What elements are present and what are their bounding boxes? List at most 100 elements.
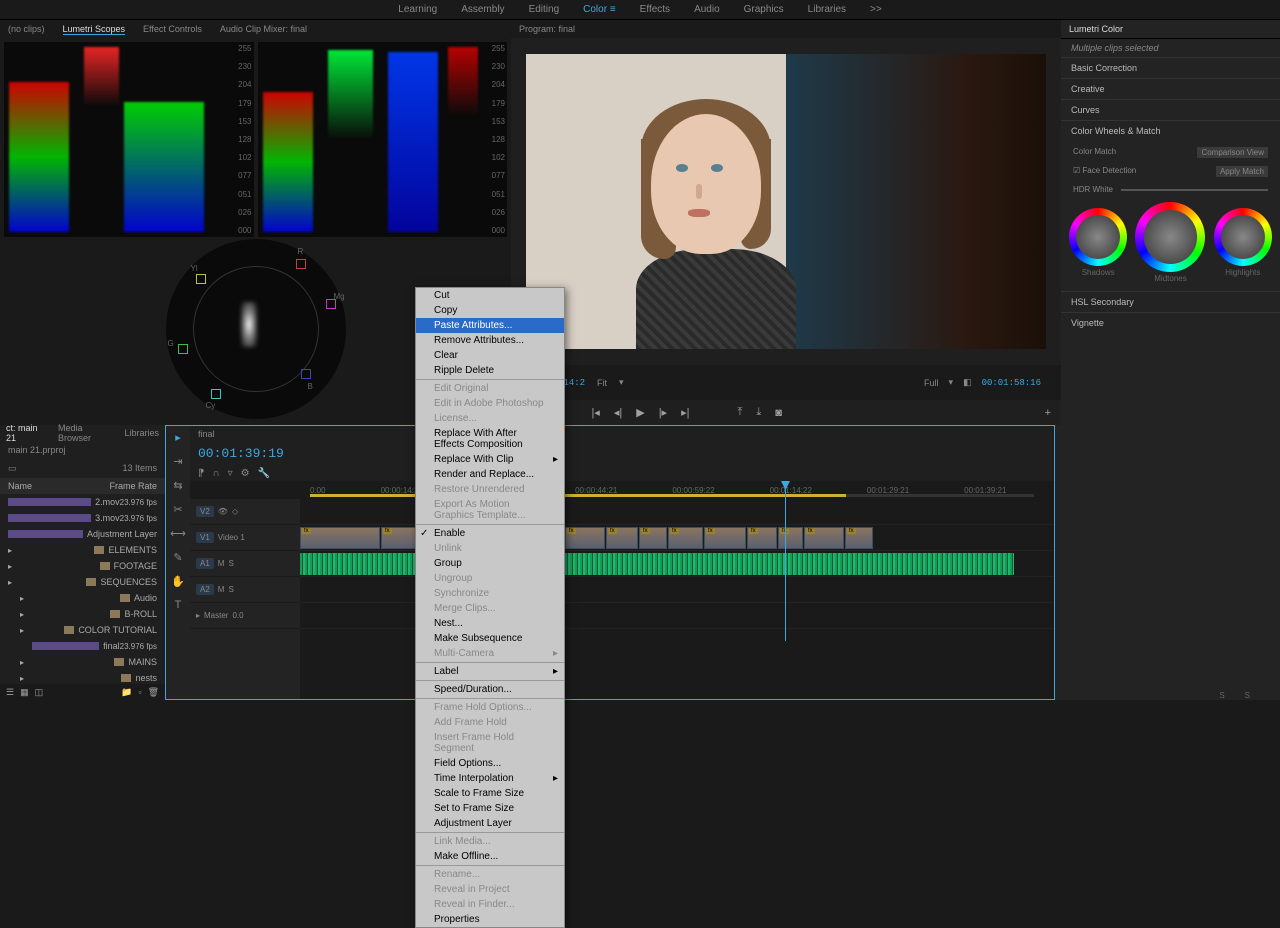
menu-item-scale-to-frame-size[interactable]: Scale to Frame Size bbox=[416, 786, 564, 801]
scopes-tab[interactable]: (no clips) bbox=[8, 24, 45, 34]
playhead[interactable] bbox=[785, 481, 786, 641]
workspace-overflow[interactable]: >> bbox=[858, 4, 894, 15]
new-item-icon[interactable]: ▫ bbox=[138, 687, 141, 697]
menu-item-adjustment-layer[interactable]: Adjustment Layer bbox=[416, 816, 564, 831]
video-clip[interactable] bbox=[668, 527, 703, 549]
hdr-white-slider[interactable] bbox=[1121, 189, 1268, 191]
menu-item-enable[interactable]: Enable bbox=[416, 526, 564, 541]
list-view-icon[interactable]: ☰ bbox=[6, 687, 14, 698]
video-clip[interactable] bbox=[300, 527, 380, 549]
scopes-tab[interactable]: Lumetri Scopes bbox=[63, 24, 126, 35]
chevron-down-icon[interactable]: ▾ bbox=[949, 377, 954, 388]
lift-icon[interactable]: ⤒ bbox=[737, 406, 742, 419]
col-framerate[interactable]: Frame Rate bbox=[109, 481, 157, 491]
apply-match-button[interactable]: Apply Match bbox=[1216, 166, 1268, 177]
project-item[interactable]: final23.976 fps bbox=[0, 638, 165, 654]
project-item[interactable]: ▸ B-ROLL bbox=[0, 606, 165, 622]
project-item[interactable]: ▸ MAINS bbox=[0, 654, 165, 670]
project-tab[interactable]: Libraries bbox=[124, 428, 159, 438]
menu-item-paste-attributes[interactable]: Paste Attributes... bbox=[416, 318, 564, 333]
shadows-wheel[interactable] bbox=[1069, 208, 1127, 266]
filter-icon[interactable]: ▭ bbox=[8, 463, 17, 474]
menu-item-group[interactable]: Group bbox=[416, 556, 564, 571]
video-clip[interactable] bbox=[381, 527, 416, 549]
export-frame-icon[interactable]: ◙ bbox=[775, 407, 782, 419]
selection-tool[interactable]: ▸ bbox=[171, 430, 185, 444]
menu-item-ripple-delete[interactable]: Ripple Delete bbox=[416, 363, 564, 378]
track-header-a1[interactable]: A1MS bbox=[190, 551, 300, 577]
section-hsl-secondary[interactable]: HSL Secondary bbox=[1061, 291, 1280, 312]
extract-icon[interactable]: ⤓ bbox=[756, 406, 761, 419]
track-header-v2[interactable]: V2👁◇ bbox=[190, 499, 300, 525]
marker-icon[interactable]: ▿ bbox=[228, 468, 233, 479]
track-header-v1[interactable]: V1Video 1 bbox=[190, 525, 300, 551]
go-to-in-icon[interactable]: |◂ bbox=[591, 406, 599, 419]
menu-item-field-options[interactable]: Field Options... bbox=[416, 756, 564, 771]
project-item[interactable]: ▸ COLOR TUTORIAL bbox=[0, 622, 165, 638]
menu-item-cut[interactable]: Cut bbox=[416, 288, 564, 303]
razor-tool[interactable]: ✂ bbox=[171, 502, 185, 516]
project-item[interactable]: 2.mov23.976 fps bbox=[0, 494, 165, 510]
video-clip[interactable] bbox=[606, 527, 638, 549]
workspace-effects[interactable]: Effects bbox=[628, 4, 682, 15]
col-name[interactable]: Name bbox=[8, 481, 109, 491]
project-item[interactable]: Adjustment Layer bbox=[0, 526, 165, 542]
timeline-tracks[interactable] bbox=[300, 499, 1054, 699]
project-item[interactable]: ▸ Audio bbox=[0, 590, 165, 606]
video-clip[interactable] bbox=[639, 527, 667, 549]
freeform-view-icon[interactable]: ◫ bbox=[35, 687, 44, 698]
workspace-learning[interactable]: Learning bbox=[386, 4, 449, 15]
menu-item-properties[interactable]: Properties bbox=[416, 912, 564, 927]
icon-view-icon[interactable]: ▦ bbox=[20, 687, 29, 698]
timeline-timecode[interactable]: 00:01:39:19 bbox=[190, 442, 1054, 465]
scopes-tab[interactable]: Effect Controls bbox=[143, 24, 202, 34]
menu-item-speed-duration[interactable]: Speed/Duration... bbox=[416, 682, 564, 697]
ripple-edit-tool[interactable]: ⇆ bbox=[171, 478, 185, 492]
menu-item-make-offline[interactable]: Make Offline... bbox=[416, 849, 564, 864]
comparison-view-button[interactable]: Comparison View bbox=[1197, 147, 1268, 158]
step-forward-icon[interactable]: |▸ bbox=[659, 406, 667, 419]
video-clip[interactable] bbox=[565, 527, 605, 549]
pen-tool[interactable]: ✎ bbox=[171, 550, 185, 564]
track-header-a2[interactable]: A2MS bbox=[190, 577, 300, 603]
menu-item-clear[interactable]: Clear bbox=[416, 348, 564, 363]
play-icon[interactable]: ▶ bbox=[636, 406, 644, 419]
menu-item-copy[interactable]: Copy bbox=[416, 303, 564, 318]
menu-item-render-and-replace[interactable]: Render and Replace... bbox=[416, 467, 564, 482]
midtones-wheel[interactable] bbox=[1135, 202, 1205, 272]
menu-item-make-subsequence[interactable]: Make Subsequence bbox=[416, 631, 564, 646]
project-item[interactable]: ▸ ELEMENTS bbox=[0, 542, 165, 558]
video-clip[interactable] bbox=[804, 527, 844, 549]
highlights-wheel[interactable] bbox=[1214, 208, 1272, 266]
program-full[interactable]: Full bbox=[924, 378, 939, 388]
menu-item-remove-attributes[interactable]: Remove Attributes... bbox=[416, 333, 564, 348]
track-select-tool[interactable]: ⇥ bbox=[171, 454, 185, 468]
chevron-down-icon[interactable]: ▾ bbox=[619, 377, 624, 388]
workspace-assembly[interactable]: Assembly bbox=[449, 4, 516, 15]
resolution-icon[interactable]: ◧ bbox=[963, 377, 972, 388]
section-vignette[interactable]: Vignette bbox=[1061, 312, 1280, 333]
workspace-graphics[interactable]: Graphics bbox=[732, 4, 796, 15]
add-button-icon[interactable]: + bbox=[1045, 407, 1051, 419]
timeline-ruler[interactable]: 0:0000:00:14:2200:00:29:2200:00:44:2100:… bbox=[190, 481, 1054, 499]
settings-icon[interactable]: ⚙ bbox=[241, 468, 250, 479]
video-clip[interactable] bbox=[778, 527, 803, 549]
snap-icon[interactable]: ⁋ bbox=[198, 468, 204, 479]
workspace-audio[interactable]: Audio bbox=[682, 4, 732, 15]
trash-icon[interactable]: 🗑 bbox=[148, 687, 159, 698]
step-back-icon[interactable]: ◂| bbox=[614, 406, 622, 419]
video-clip[interactable] bbox=[747, 527, 777, 549]
go-to-out-icon[interactable]: ▸| bbox=[681, 406, 689, 419]
program-viewer[interactable] bbox=[511, 38, 1061, 365]
section-basic-correction[interactable]: Basic Correction bbox=[1061, 57, 1280, 78]
project-tab[interactable]: ct: main 21 bbox=[6, 423, 46, 443]
section-creative[interactable]: Creative bbox=[1061, 78, 1280, 99]
project-item[interactable]: ▸ SEQUENCES bbox=[0, 574, 165, 590]
menu-item-nest[interactable]: Nest... bbox=[416, 616, 564, 631]
program-fit-dropdown[interactable]: Fit bbox=[597, 378, 607, 388]
scopes-tab[interactable]: Audio Clip Mixer: final bbox=[220, 24, 307, 34]
hand-tool[interactable]: ✋ bbox=[171, 574, 185, 588]
slip-tool[interactable]: ⟷ bbox=[171, 526, 185, 540]
menu-item-label[interactable]: Label bbox=[416, 664, 564, 679]
project-item[interactable]: 3.mov23.976 fps bbox=[0, 510, 165, 526]
